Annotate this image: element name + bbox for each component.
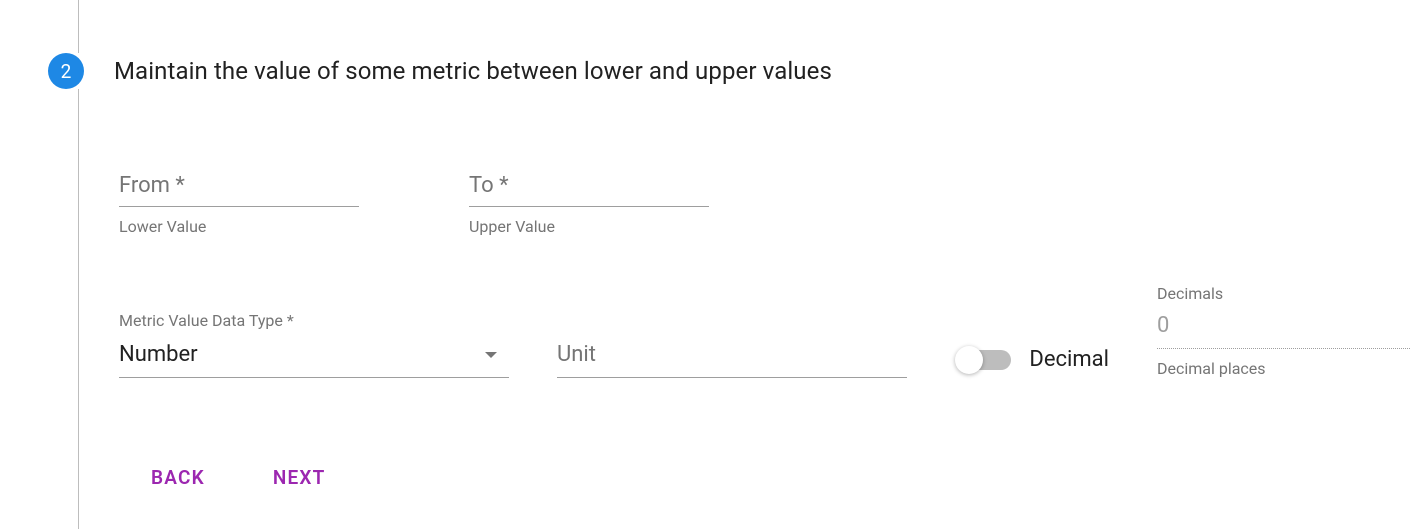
toggle-thumb: [955, 346, 983, 374]
decimals-field: Decimals Decimal places: [1157, 284, 1410, 378]
range-row: Lower Value Upper Value: [119, 169, 1410, 236]
data-type-label: Metric Value Data Type *: [119, 311, 509, 330]
config-row: Metric Value Data Type * Number Decimal …: [119, 284, 1410, 378]
next-button[interactable]: NEXT: [273, 466, 326, 489]
unit-input[interactable]: [557, 338, 907, 378]
decimal-toggle-wrap: Decimal: [955, 347, 1109, 378]
step-header: 2 Maintain the value of some metric betw…: [48, 0, 1410, 89]
step-container: 2 Maintain the value of some metric betw…: [0, 0, 1410, 529]
to-input[interactable]: [469, 169, 709, 207]
decimals-helper: Decimal places: [1157, 359, 1410, 378]
data-type-field: Metric Value Data Type * Number: [119, 311, 509, 378]
decimal-toggle[interactable]: [955, 348, 1013, 372]
unit-field: [557, 338, 907, 378]
to-field: Upper Value: [469, 169, 709, 236]
data-type-select[interactable]: Number: [119, 338, 509, 378]
to-helper: Upper Value: [469, 217, 709, 236]
step-body: Lower Value Upper Value Metric Value Dat…: [78, 89, 1410, 529]
step-title: Maintain the value of some metric betwee…: [114, 57, 832, 85]
data-type-value: Number: [119, 342, 198, 367]
decimal-toggle-label: Decimal: [1029, 347, 1109, 372]
decimals-input[interactable]: [1157, 309, 1410, 349]
decimals-label: Decimals: [1157, 284, 1410, 303]
from-input[interactable]: [119, 169, 359, 207]
step-number-badge: 2: [48, 53, 84, 89]
from-helper: Lower Value: [119, 217, 359, 236]
stepper-connector-line: [78, 0, 79, 53]
chevron-down-icon: [485, 352, 497, 358]
back-button[interactable]: BACK: [151, 466, 205, 489]
from-field: Lower Value: [119, 169, 359, 236]
step-actions: BACK NEXT: [119, 378, 1410, 489]
